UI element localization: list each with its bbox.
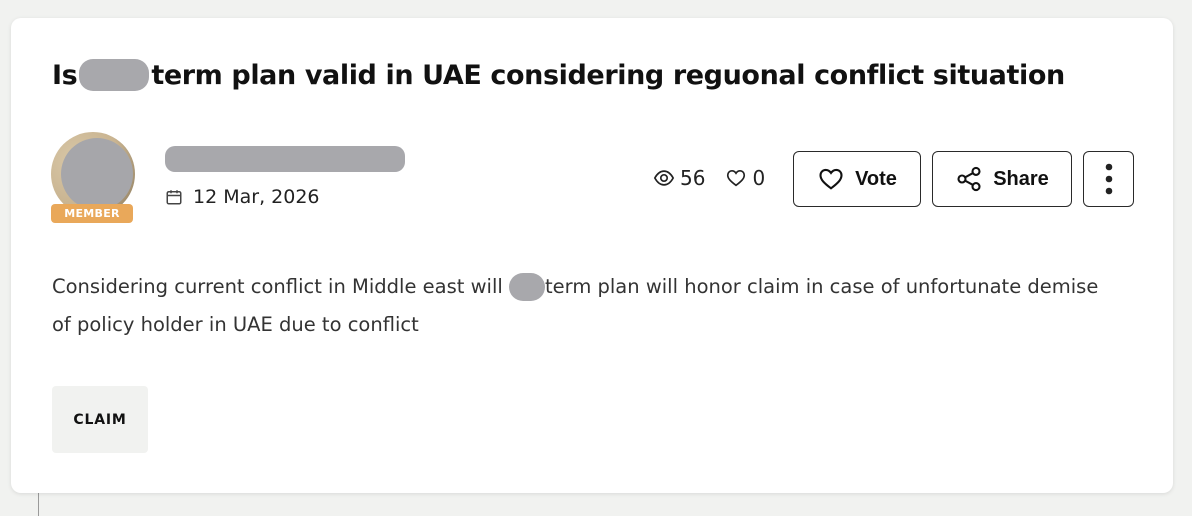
likes-count: 0 [752,166,766,190]
redacted-brand [509,272,545,301]
share-icon [957,166,981,192]
views-stat: 56 [653,166,705,190]
heart-icon [727,170,746,187]
redacted-brand [79,58,150,91]
post-title-end: term plan valid in UAE considering reguo… [151,60,1065,91]
calendar-icon [166,190,182,205]
share-button[interactable]: Share [932,151,1072,207]
post-title: Is term plan valid in UAE considering reg… [52,58,1065,93]
post-date: 12 Mar, 2026 [193,186,320,208]
likes-stat: 0 [725,166,765,190]
heart-icon [819,168,843,190]
vote-button-label: Vote [855,167,897,190]
post-stats: 56 0 [653,166,765,190]
views-count: 56 [680,166,706,190]
more-options-button[interactable] [1083,151,1134,207]
eye-icon [653,170,675,186]
post-body: Considering current conflict in Middle e… [52,268,1112,344]
more-vertical-icon [1105,163,1112,195]
redacted-avatar [61,138,133,210]
post-title-start: Is [52,60,78,91]
post-card: Is term plan valid in UAE considering reg… [11,18,1173,493]
page: Is term plan valid in UAE considering reg… [0,0,1192,516]
author-avatar-group[interactable]: MEMBER [51,132,135,226]
vote-button[interactable]: Vote [793,151,921,207]
share-button-label: Share [993,167,1049,190]
tag-claim[interactable]: CLAIM [52,386,148,453]
post-body-start: Considering current conflict in Middle e… [52,275,503,298]
member-badge: MEMBER [51,204,133,223]
redacted-author-name[interactable] [165,146,405,172]
thread-line [38,492,39,516]
post-date-row: 12 Mar, 2026 [165,186,320,208]
